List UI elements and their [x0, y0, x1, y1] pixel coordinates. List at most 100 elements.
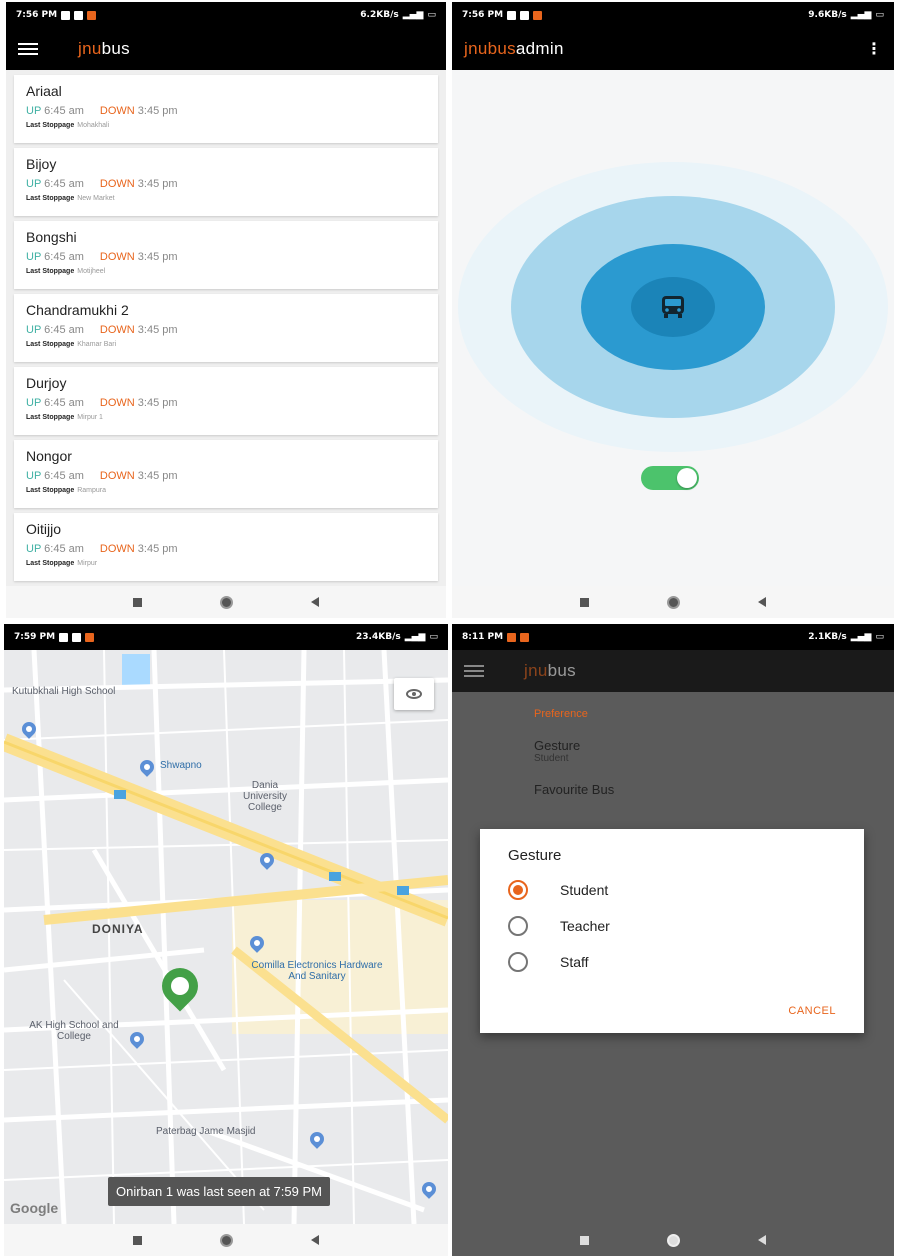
down-label: DOWN	[99, 178, 135, 190]
status-bar: 7:56 PM 6.2KB/s ▂▄▆ ▭	[6, 2, 446, 28]
favourite-bus-setting[interactable]: Favourite Bus	[534, 782, 894, 797]
up-time: 6:45 am	[44, 543, 84, 555]
bus-card[interactable]: Oitijjo UP 6:45 am DOWN 3:45 pm Last Stoppa…	[14, 513, 438, 581]
map-label-shwapno: Shwapno	[160, 760, 202, 771]
battery-icon: ▭	[427, 10, 436, 20]
up-time: 6:45 am	[44, 251, 84, 263]
up-label: UP	[26, 324, 42, 336]
up-label: UP	[26, 178, 42, 190]
bus-card[interactable]: Bongshi UP 6:45 am DOWN 3:45 pm Last Stoppa…	[14, 221, 438, 289]
gesture-dialog: Gesture Student Teacher Staff CANCEL	[480, 829, 864, 1033]
cancel-button[interactable]: CANCEL	[788, 1005, 836, 1017]
map-label-ak-school: AK High School and College	[29, 1020, 119, 1042]
bus-list-screen: 7:56 PM 6.2KB/s ▂▄▆ ▭ jnubus Ariaal UP 6:45…	[6, 2, 446, 618]
bus-card[interactable]: Durjoy UP 6:45 am DOWN 3:45 pm Last Stoppag…	[14, 367, 438, 435]
recents-button[interactable]	[580, 597, 589, 607]
radio-option-student[interactable]: Student	[508, 880, 836, 900]
notification-icon	[59, 632, 69, 642]
down-time: 3:45 pm	[137, 251, 178, 263]
last-stoppage-value: Mirpur	[77, 560, 98, 567]
gesture-setting-title[interactable]: Gesture	[534, 738, 894, 753]
up-label: UP	[26, 543, 42, 555]
status-bar: 7:56 PM 9.6KB/s ▂▄▆ ▭	[452, 2, 894, 28]
menu-icon[interactable]	[464, 665, 484, 677]
system-nav-bar	[6, 586, 446, 618]
menu-icon[interactable]	[18, 43, 38, 55]
last-stoppage-label: Last Stoppage	[26, 268, 75, 275]
map-label-store: Comilla Electronics Hardware And Sanitar…	[251, 960, 383, 982]
app-bar: jnubusadmin ⋮	[452, 28, 894, 70]
app-bar: jnubus	[452, 650, 894, 692]
down-label: DOWN	[99, 397, 135, 409]
up-label: UP	[26, 397, 42, 409]
last-stoppage-value: Rampura	[77, 487, 107, 494]
recents-button[interactable]	[133, 1235, 142, 1245]
status-bar: 7:59 PM 23.4KB/s ▂▄▆ ▭	[4, 624, 448, 650]
settings-screen: 8:11 PM 2.1KB/s ▂▄▆ ▭ jnubus Preference Ge…	[452, 624, 894, 1256]
last-stoppage-label: Last Stoppage	[26, 487, 75, 494]
battery-icon: ▭	[875, 632, 884, 642]
bus-schedule: UP 6:45 am DOWN 3:45 pm	[26, 105, 426, 117]
notification-icon	[507, 632, 517, 642]
last-stoppage: Last Stoppage Rampura	[26, 487, 426, 494]
last-stoppage-value: Motijheel	[77, 268, 106, 275]
bus-schedule: UP 6:45 am DOWN 3:45 pm	[26, 251, 426, 263]
down-label: DOWN	[99, 324, 135, 336]
tracking-toggle[interactable]	[641, 466, 699, 490]
back-button[interactable]	[758, 597, 766, 607]
down-time: 3:45 pm	[137, 178, 178, 190]
bus-card[interactable]: Ariaal UP 6:45 am DOWN 3:45 pm Last Stoppag…	[14, 75, 438, 143]
back-button[interactable]	[311, 597, 319, 607]
home-button[interactable]	[220, 595, 233, 609]
radio-option-staff[interactable]: Staff	[508, 952, 836, 972]
map-label-area: DONIYA	[92, 922, 144, 936]
recents-button[interactable]	[133, 597, 142, 607]
bus-name: Durjoy	[26, 375, 67, 391]
recents-button[interactable]	[580, 1235, 589, 1245]
last-stoppage: Last Stoppage New Market	[26, 195, 426, 202]
bus-name: Bongshi	[26, 229, 77, 245]
last-stoppage-label: Last Stoppage	[26, 414, 75, 421]
back-button[interactable]	[311, 1235, 319, 1245]
more-options-icon[interactable]: ⋮	[866, 39, 882, 59]
map-screen: 7:59 PM 23.4KB/s ▂▄▆ ▭ Kutubkhali High S…	[4, 624, 448, 1256]
last-stoppage: Last Stoppage Mirpur 1	[26, 414, 426, 421]
notification-icon	[87, 10, 97, 20]
status-time: 7:59 PM	[14, 632, 56, 642]
bus-list: Ariaal UP 6:45 am DOWN 3:45 pm Last Stoppag…	[6, 70, 446, 586]
app-title: jnubus	[524, 661, 576, 680]
radio-button[interactable]	[508, 880, 528, 900]
location-icon	[406, 689, 422, 699]
signal-icon: ▂▄▆	[402, 10, 424, 20]
back-button[interactable]	[758, 1235, 766, 1245]
bus-card[interactable]: Nongor UP 6:45 am DOWN 3:45 pm Last Stoppag…	[14, 440, 438, 508]
down-label: DOWN	[99, 543, 135, 555]
radio-option-teacher[interactable]: Teacher	[508, 916, 836, 936]
down-label: DOWN	[99, 470, 135, 482]
my-location-button[interactable]	[394, 678, 434, 710]
map-label-masjid: Paterbag Jame Masjid	[156, 1126, 256, 1137]
signal-icon: ▂▄▆	[850, 632, 872, 642]
home-button[interactable]	[667, 595, 680, 609]
up-time: 6:45 am	[44, 397, 84, 409]
app-title: jnubus	[78, 39, 130, 58]
toggle-knob	[677, 468, 697, 488]
radio-button[interactable]	[508, 916, 528, 936]
system-nav-bar	[452, 1224, 894, 1256]
notification-icon	[533, 10, 543, 20]
radio-label: Student	[560, 882, 609, 898]
bus-card[interactable]: Chandramukhi 2 UP 6:45 am DOWN 3:45 pm Last…	[14, 294, 438, 362]
bus-name: Nongor	[26, 448, 72, 464]
battery-icon: ▭	[429, 632, 438, 642]
bus-card[interactable]: Bijoy UP 6:45 am DOWN 3:45 pm Last Stoppage…	[14, 148, 438, 216]
up-time: 6:45 am	[44, 324, 84, 336]
home-button[interactable]	[220, 1233, 233, 1247]
gesture-setting-summary: Student	[534, 753, 569, 764]
network-speed: 6.2KB/s	[360, 10, 399, 20]
home-button[interactable]	[667, 1233, 680, 1247]
map-view[interactable]: Kutubkhali High School Shwapno Dania Uni…	[4, 650, 448, 1224]
notification-icon	[520, 632, 530, 642]
last-stoppage-label: Last Stoppage	[26, 122, 75, 129]
google-logo: Google	[10, 1200, 59, 1216]
radio-button[interactable]	[508, 952, 528, 972]
